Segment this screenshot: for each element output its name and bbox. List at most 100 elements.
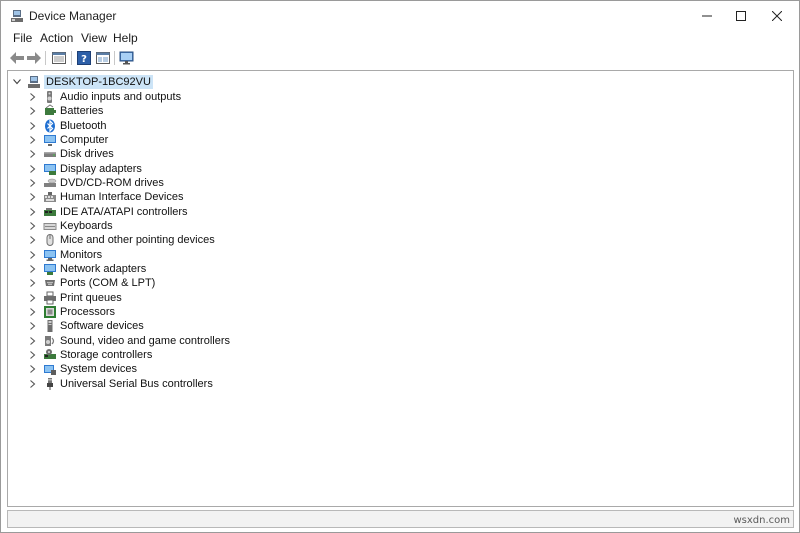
dvd-drive-icon — [43, 176, 57, 190]
tree-category-node[interactable]: Processors — [28, 305, 115, 319]
tree-category-node[interactable]: Sound, video and game controllers — [28, 334, 230, 348]
watermark-text: wsxdn.com — [733, 515, 790, 526]
chevron-right-icon[interactable] — [28, 233, 38, 247]
view-button[interactable] — [94, 49, 112, 67]
tree-category-label: Universal Serial Bus controllers — [60, 377, 213, 390]
tree-category-node[interactable]: Storage controllers — [28, 348, 152, 362]
chevron-right-icon[interactable] — [28, 176, 38, 190]
tree-category-node[interactable]: Monitors — [28, 248, 102, 262]
menu-action[interactable]: Action — [40, 31, 73, 45]
chevron-right-icon[interactable] — [28, 119, 38, 133]
tree-root-label: DESKTOP-1BC92VU — [44, 75, 153, 89]
chevron-right-icon[interactable] — [28, 162, 38, 176]
forward-button[interactable] — [25, 49, 43, 67]
status-bar — [7, 510, 794, 528]
tree-category-label: Monitors — [60, 248, 103, 261]
network-adapter-icon — [43, 262, 57, 276]
mouse-icon — [43, 233, 57, 247]
tree-root-node[interactable]: DESKTOP-1BC92VU — [12, 75, 153, 89]
tree-category-node[interactable]: Bluetooth — [28, 119, 106, 133]
menu-view[interactable]: View — [81, 31, 107, 45]
chevron-right-icon[interactable] — [28, 104, 38, 118]
chevron-right-icon[interactable] — [28, 248, 38, 262]
tree-category-label: Batteries — [60, 105, 104, 118]
computer-root-icon — [27, 75, 41, 89]
tree-category-node[interactable]: Audio inputs and outputs — [28, 90, 181, 104]
chevron-right-icon[interactable] — [28, 334, 38, 348]
toolbar-separator — [114, 51, 115, 65]
chevron-down-icon[interactable] — [12, 75, 22, 89]
chevron-right-icon[interactable] — [28, 276, 38, 290]
tree-category-node[interactable]: IDE ATA/ATAPI controllers — [28, 205, 188, 219]
tree-category-label: System devices — [60, 363, 138, 376]
title-bar: Device Manager — [1, 1, 799, 31]
window-title: Device Manager — [29, 9, 117, 23]
battery-icon — [43, 104, 57, 118]
chevron-right-icon[interactable] — [28, 305, 38, 319]
ide-controller-icon — [43, 205, 57, 219]
printer-icon — [43, 291, 57, 305]
tree-category-node[interactable]: Human Interface Devices — [28, 190, 184, 204]
tree-category-label: Software devices — [60, 320, 144, 333]
tree-category-label: Display adapters — [60, 162, 142, 175]
view-icon — [96, 52, 110, 64]
tree-category-node[interactable]: Universal Serial Bus controllers — [28, 377, 213, 391]
close-button[interactable] — [759, 1, 795, 31]
device-tree[interactable]: DESKTOP-1BC92VU Audio inputs and outputs… — [7, 70, 794, 507]
tree-category-node[interactable]: Disk drives — [28, 147, 114, 161]
chevron-right-icon[interactable] — [28, 348, 38, 362]
chevron-right-icon[interactable] — [28, 133, 38, 147]
tree-category-label: Sound, video and game controllers — [60, 334, 230, 347]
help-icon: ? — [77, 51, 91, 65]
tree-category-node[interactable]: Network adapters — [28, 262, 146, 276]
back-button[interactable] — [8, 49, 26, 67]
menu-help[interactable]: Help — [113, 31, 138, 45]
maximize-icon — [736, 11, 746, 21]
help-button[interactable]: ? — [75, 49, 93, 67]
close-icon — [772, 11, 782, 21]
software-device-icon — [43, 319, 57, 333]
speaker-icon — [43, 90, 57, 104]
chevron-right-icon[interactable] — [28, 291, 38, 305]
tree-category-node[interactable]: DVD/CD-ROM drives — [28, 176, 164, 190]
tree-category-label: DVD/CD-ROM drives — [60, 176, 164, 189]
display-adapter-icon — [43, 162, 57, 176]
storage-controller-icon — [43, 348, 57, 362]
minimize-button[interactable] — [689, 1, 725, 31]
tree-category-label: Network adapters — [60, 263, 147, 275]
maximize-button[interactable] — [723, 1, 759, 31]
menu-bar: File Action View Help — [1, 31, 799, 47]
tree-category-node[interactable]: Batteries — [28, 104, 103, 118]
tree-category-node[interactable]: Mice and other pointing devices — [28, 233, 215, 247]
scan-hardware-button[interactable] — [118, 49, 136, 67]
properties-button[interactable] — [50, 49, 68, 67]
svg-text:?: ? — [81, 54, 87, 65]
chevron-right-icon[interactable] — [28, 262, 38, 276]
toolbar-separator — [71, 51, 72, 65]
usb-icon — [43, 377, 57, 391]
chevron-right-icon[interactable] — [28, 377, 38, 391]
tree-category-node[interactable]: Display adapters — [28, 162, 142, 176]
tree-category-node[interactable]: Computer — [28, 133, 108, 147]
chevron-right-icon[interactable] — [28, 219, 38, 233]
chevron-right-icon[interactable] — [28, 190, 38, 204]
monitor-icon — [43, 248, 57, 262]
chevron-right-icon[interactable] — [28, 319, 38, 333]
tree-category-node[interactable]: Keyboards — [28, 219, 113, 233]
tree-category-label: Mice and other pointing devices — [60, 234, 215, 247]
tree-category-node[interactable]: System devices — [28, 362, 137, 376]
tree-category-node[interactable]: Software devices — [28, 319, 144, 333]
chevron-right-icon[interactable] — [28, 362, 38, 376]
tree-category-label: Audio inputs and outputs — [60, 90, 182, 103]
monitor-scan-icon — [119, 51, 134, 65]
tree-category-label: Human Interface Devices — [60, 191, 184, 204]
computer-icon — [43, 133, 57, 147]
hid-icon — [43, 190, 57, 204]
tree-category-label: Processors — [60, 306, 116, 319]
tree-category-node[interactable]: Print queues — [28, 291, 122, 305]
tree-category-node[interactable]: Ports (COM & LPT) — [28, 276, 155, 290]
chevron-right-icon[interactable] — [28, 90, 38, 104]
chevron-right-icon[interactable] — [28, 147, 38, 161]
menu-file[interactable]: File — [13, 31, 32, 45]
chevron-right-icon[interactable] — [28, 205, 38, 219]
